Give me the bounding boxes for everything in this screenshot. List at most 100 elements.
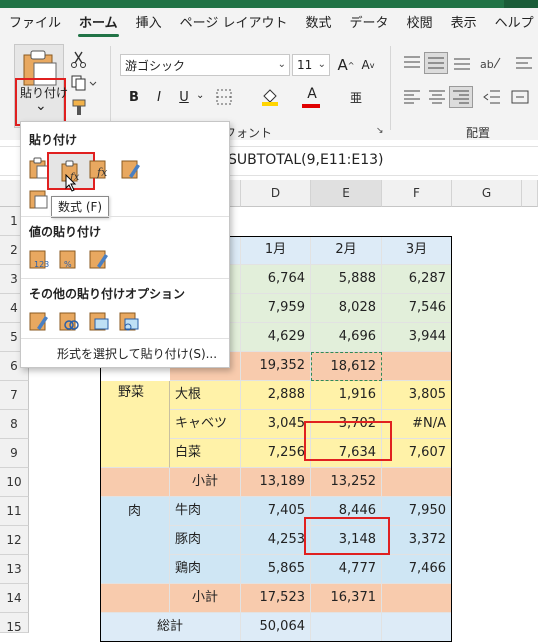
- cell-d15[interactable]: 50,064: [241, 613, 311, 642]
- paste-keep-formatting-icon[interactable]: [119, 156, 143, 180]
- cell-f12[interactable]: 3,372: [382, 526, 452, 555]
- font-color-button[interactable]: A: [302, 84, 322, 104]
- tab-help[interactable]: ヘルプ: [486, 8, 538, 40]
- row-header[interactable]: 15: [0, 613, 29, 634]
- cell-f2[interactable]: 3月: [382, 236, 452, 265]
- paste-values-number-format-icon[interactable]: %: [57, 246, 81, 270]
- decrease-indent-icon[interactable]: [482, 88, 502, 106]
- cell-f9[interactable]: 7,607: [382, 439, 452, 468]
- merge-center-icon[interactable]: [510, 88, 530, 106]
- cell-e2[interactable]: 2月: [311, 236, 382, 265]
- cell-f10[interactable]: [382, 468, 452, 497]
- row-header[interactable]: 8: [0, 410, 29, 439]
- phonetic-button[interactable]: 亜: [346, 86, 366, 108]
- font-name-dropdown[interactable]: 游ゴシック ⌄: [120, 54, 290, 76]
- cell-f15[interactable]: [382, 613, 452, 642]
- cell-a14[interactable]: [100, 584, 170, 613]
- cell-d11[interactable]: 7,405: [241, 497, 311, 526]
- cell-e6[interactable]: 18,612: [311, 352, 382, 381]
- bold-button[interactable]: B: [124, 86, 144, 108]
- cell-d3[interactable]: 6,764: [241, 265, 311, 294]
- cell-e13[interactable]: 4,777: [311, 555, 382, 584]
- cell-d12[interactable]: 4,253: [241, 526, 311, 555]
- cell-b10[interactable]: 小計: [170, 468, 241, 497]
- copy-icon[interactable]: [70, 74, 98, 92]
- tab-view[interactable]: 表示: [442, 8, 486, 40]
- underline-button[interactable]: U: [174, 86, 194, 108]
- cell-b7[interactable]: 大根: [170, 381, 241, 410]
- column-header-h[interactable]: [522, 180, 538, 207]
- paste-special-menu-item[interactable]: 形式を選択して貼り付け(S)...: [57, 345, 217, 362]
- cell-e7[interactable]: 1,916: [311, 381, 382, 410]
- column-header-g[interactable]: G: [452, 180, 522, 207]
- cell-f8[interactable]: #N/A: [382, 410, 452, 439]
- cell-b9[interactable]: 白菜: [170, 439, 241, 468]
- paste-no-borders-icon[interactable]: [27, 186, 51, 210]
- cell-f13[interactable]: 7,466: [382, 555, 452, 584]
- row-header[interactable]: 12: [0, 526, 29, 555]
- cell-d9[interactable]: 7,256: [241, 439, 311, 468]
- cell-d13[interactable]: 5,865: [241, 555, 311, 584]
- shrink-font-button[interactable]: Av: [358, 54, 378, 76]
- cell-d8[interactable]: 3,045: [241, 410, 311, 439]
- orientation-icon[interactable]: ab: [478, 54, 506, 72]
- cell-b14[interactable]: 小計: [170, 584, 241, 613]
- cell-f5[interactable]: 3,944: [382, 323, 452, 352]
- cell-f3[interactable]: 6,287: [382, 265, 452, 294]
- cell-f14[interactable]: [382, 584, 452, 613]
- row-header[interactable]: 9: [0, 439, 29, 468]
- tab-insert[interactable]: 挿入: [127, 8, 171, 40]
- column-header-f[interactable]: F: [382, 180, 452, 207]
- chevron-down-icon[interactable]: ⌄: [196, 90, 204, 101]
- align-bottom-icon[interactable]: [452, 54, 472, 72]
- format-painter-icon[interactable]: [70, 98, 88, 116]
- tab-page-layout[interactable]: ページ レイアウト: [171, 8, 297, 40]
- tab-file[interactable]: ファイル: [0, 8, 70, 40]
- cell-d14[interactable]: 17,523: [241, 584, 311, 613]
- font-size-dropdown[interactable]: 11 ⌄: [292, 54, 330, 76]
- tab-review[interactable]: 校閲: [398, 8, 442, 40]
- cell-f7[interactable]: 3,805: [382, 381, 452, 410]
- cell-d6[interactable]: 19,352: [241, 352, 311, 381]
- paste-caret[interactable]: ⌄: [35, 98, 47, 114]
- paste-picture-icon[interactable]: [87, 308, 111, 332]
- cell-b12[interactable]: 豚肉: [170, 526, 241, 555]
- cell-d5[interactable]: 4,629: [241, 323, 311, 352]
- cell-e5[interactable]: 4,696: [311, 323, 382, 352]
- cell-d4[interactable]: 7,959: [241, 294, 311, 323]
- cell-f11[interactable]: 7,950: [382, 497, 452, 526]
- tab-formulas[interactable]: 数式: [297, 8, 341, 40]
- cell-e4[interactable]: 8,028: [311, 294, 382, 323]
- align-right-selected[interactable]: [449, 86, 473, 108]
- paste-formatting-icon[interactable]: [27, 308, 51, 332]
- wrap-text-icon[interactable]: [514, 54, 534, 72]
- cell-d2[interactable]: 1月: [241, 236, 311, 265]
- align-center-icon[interactable]: [427, 88, 447, 106]
- cell-b11[interactable]: 牛肉: [170, 497, 241, 526]
- row-header[interactable]: 10: [0, 468, 29, 497]
- row-header[interactable]: 13: [0, 555, 29, 584]
- align-left-icon[interactable]: [402, 88, 422, 106]
- row-header[interactable]: 14: [0, 584, 29, 613]
- paste-link-icon[interactable]: [57, 308, 81, 332]
- cell-a10[interactable]: [100, 468, 170, 497]
- column-header-e[interactable]: E: [311, 180, 382, 207]
- align-middle-selected[interactable]: [424, 52, 448, 74]
- paste-values-source-format-icon[interactable]: [87, 246, 111, 270]
- font-dialog-launcher-icon[interactable]: ↘: [376, 126, 384, 136]
- cell-e3[interactable]: 5,888: [311, 265, 382, 294]
- cell-b8[interactable]: キャベツ: [170, 410, 241, 439]
- cell-e10[interactable]: 13,252: [311, 468, 382, 497]
- cell-f4[interactable]: 7,546: [382, 294, 452, 323]
- cut-icon[interactable]: [70, 50, 88, 68]
- row-header[interactable]: 7: [0, 381, 29, 410]
- column-header-d[interactable]: D: [241, 180, 311, 207]
- fill-color-icon[interactable]: [260, 86, 282, 106]
- cell-e14[interactable]: 16,371: [311, 584, 382, 613]
- cell-e15[interactable]: [311, 613, 382, 642]
- cell-b13[interactable]: 鶏肉: [170, 555, 241, 584]
- row-header[interactable]: 11: [0, 497, 29, 526]
- align-top-icon[interactable]: [402, 54, 422, 72]
- paste-values-icon[interactable]: 123: [27, 246, 51, 270]
- cell-d10[interactable]: 13,189: [241, 468, 311, 497]
